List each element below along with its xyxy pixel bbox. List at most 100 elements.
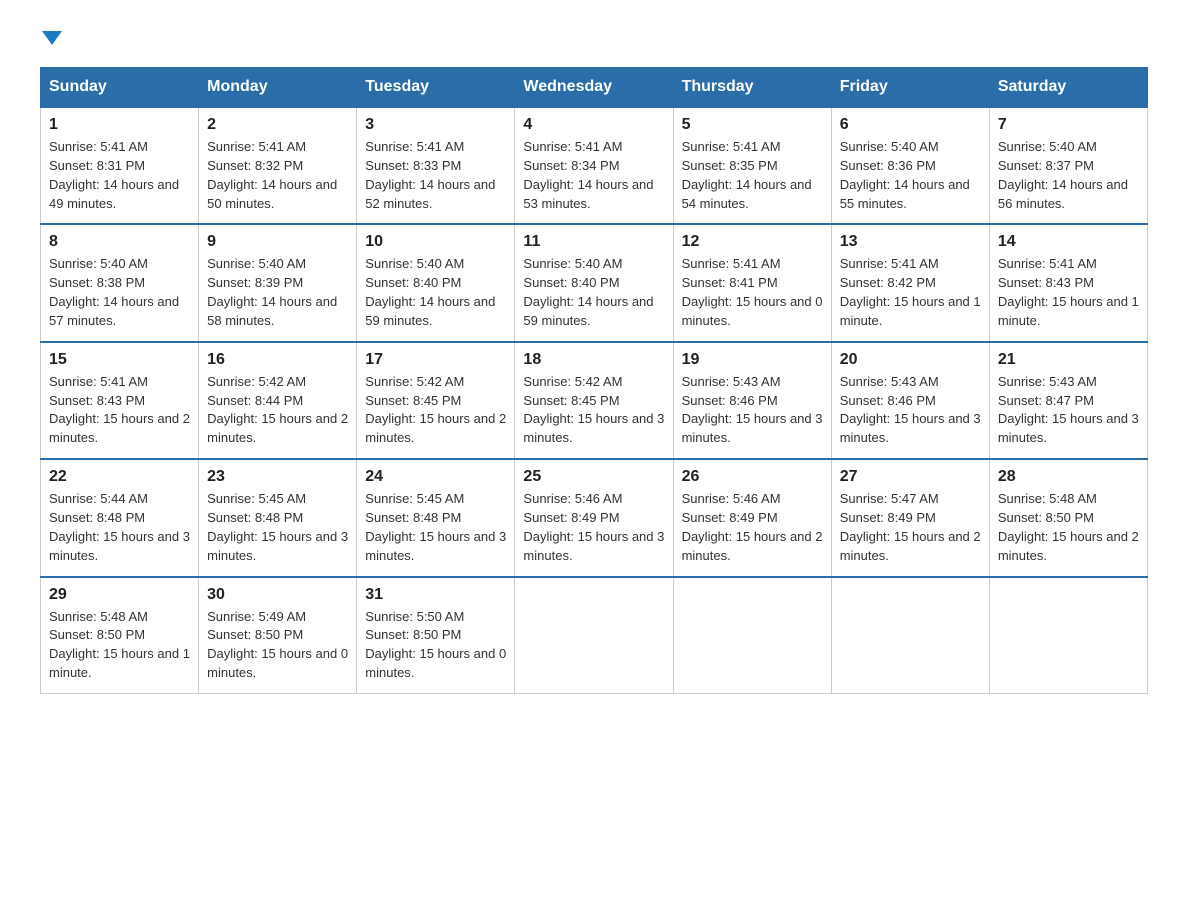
day-number: 20 bbox=[840, 351, 981, 369]
header-sunday: Sunday bbox=[41, 68, 199, 108]
week-row-3: 15 Sunrise: 5:41 AMSunset: 8:43 PMDayligh… bbox=[41, 342, 1148, 459]
day-info: Sunrise: 5:42 AMSunset: 8:45 PMDaylight:… bbox=[523, 373, 664, 448]
day-number: 6 bbox=[840, 116, 981, 134]
day-info: Sunrise: 5:43 AMSunset: 8:47 PMDaylight:… bbox=[998, 373, 1139, 448]
calendar-cell: 31 Sunrise: 5:50 AMSunset: 8:50 PMDayligh… bbox=[357, 577, 515, 694]
day-number: 25 bbox=[523, 468, 664, 486]
calendar-cell: 24 Sunrise: 5:45 AMSunset: 8:48 PMDayligh… bbox=[357, 459, 515, 576]
day-number: 27 bbox=[840, 468, 981, 486]
calendar-cell: 9 Sunrise: 5:40 AMSunset: 8:39 PMDaylight… bbox=[199, 224, 357, 341]
day-info: Sunrise: 5:48 AMSunset: 8:50 PMDaylight:… bbox=[49, 608, 190, 683]
day-number: 9 bbox=[207, 233, 348, 251]
day-number: 15 bbox=[49, 351, 190, 369]
calendar-cell: 1Sunrise: 5:41 AMSunset: 8:31 PMDaylight… bbox=[41, 107, 199, 224]
header-thursday: Thursday bbox=[673, 68, 831, 108]
day-info: Sunrise: 5:46 AMSunset: 8:49 PMDaylight:… bbox=[523, 490, 664, 565]
day-info: Sunrise: 5:40 AMSunset: 8:36 PMDaylight:… bbox=[840, 138, 981, 213]
calendar-cell: 3Sunrise: 5:41 AMSunset: 8:33 PMDaylight… bbox=[357, 107, 515, 224]
calendar-cell: 20Sunrise: 5:43 AMSunset: 8:46 PMDayligh… bbox=[831, 342, 989, 459]
calendar-cell bbox=[515, 577, 673, 694]
calendar-cell: 11Sunrise: 5:40 AMSunset: 8:40 PMDayligh… bbox=[515, 224, 673, 341]
calendar-cell: 6 Sunrise: 5:40 AMSunset: 8:36 PMDaylight… bbox=[831, 107, 989, 224]
calendar-header-row: SundayMondayTuesdayWednesdayThursdayFrid… bbox=[41, 68, 1148, 108]
day-number: 24 bbox=[365, 468, 506, 486]
day-number: 1 bbox=[49, 116, 190, 134]
day-info: Sunrise: 5:49 AMSunset: 8:50 PMDaylight:… bbox=[207, 608, 348, 683]
day-info: Sunrise: 5:44 AMSunset: 8:48 PMDaylight:… bbox=[49, 490, 190, 565]
day-info: Sunrise: 5:48 AMSunset: 8:50 PMDaylight:… bbox=[998, 490, 1139, 565]
day-number: 30 bbox=[207, 586, 348, 604]
week-row-4: 22 Sunrise: 5:44 AMSunset: 8:48 PMDayligh… bbox=[41, 459, 1148, 576]
day-number: 22 bbox=[49, 468, 190, 486]
day-number: 31 bbox=[365, 586, 506, 604]
day-info: Sunrise: 5:43 AMSunset: 8:46 PMDaylight:… bbox=[682, 373, 823, 448]
day-number: 26 bbox=[682, 468, 823, 486]
calendar-cell: 4 Sunrise: 5:41 AMSunset: 8:34 PMDaylight… bbox=[515, 107, 673, 224]
day-info: Sunrise: 5:45 AMSunset: 8:48 PMDaylight:… bbox=[207, 490, 348, 565]
header-friday: Friday bbox=[831, 68, 989, 108]
header-wednesday: Wednesday bbox=[515, 68, 673, 108]
day-number: 2 bbox=[207, 116, 348, 134]
day-number: 19 bbox=[682, 351, 823, 369]
day-info: Sunrise: 5:41 AMSunset: 8:34 PMDaylight:… bbox=[523, 138, 664, 213]
logo-arrow-icon bbox=[42, 31, 62, 45]
day-number: 7 bbox=[998, 116, 1139, 134]
calendar-cell bbox=[831, 577, 989, 694]
day-info: Sunrise: 5:41 AMSunset: 8:42 PMDaylight:… bbox=[840, 255, 981, 330]
day-info: Sunrise: 5:40 AMSunset: 8:40 PMDaylight:… bbox=[365, 255, 506, 330]
calendar-cell: 12Sunrise: 5:41 AMSunset: 8:41 PMDayligh… bbox=[673, 224, 831, 341]
calendar-cell bbox=[989, 577, 1147, 694]
logo bbox=[40, 30, 62, 49]
day-info: Sunrise: 5:41 AMSunset: 8:35 PMDaylight:… bbox=[682, 138, 823, 213]
day-number: 23 bbox=[207, 468, 348, 486]
day-info: Sunrise: 5:46 AMSunset: 8:49 PMDaylight:… bbox=[682, 490, 823, 565]
calendar-cell: 22 Sunrise: 5:44 AMSunset: 8:48 PMDayligh… bbox=[41, 459, 199, 576]
day-number: 21 bbox=[998, 351, 1139, 369]
calendar-cell: 30 Sunrise: 5:49 AMSunset: 8:50 PMDayligh… bbox=[199, 577, 357, 694]
day-info: Sunrise: 5:41 AMSunset: 8:43 PMDaylight:… bbox=[998, 255, 1139, 330]
day-number: 16 bbox=[207, 351, 348, 369]
day-info: Sunrise: 5:42 AMSunset: 8:45 PMDaylight:… bbox=[365, 373, 506, 448]
page-header bbox=[40, 30, 1148, 49]
calendar-cell: 26 Sunrise: 5:46 AMSunset: 8:49 PMDayligh… bbox=[673, 459, 831, 576]
day-number: 14 bbox=[998, 233, 1139, 251]
day-info: Sunrise: 5:40 AMSunset: 8:37 PMDaylight:… bbox=[998, 138, 1139, 213]
calendar-cell: 8Sunrise: 5:40 AMSunset: 8:38 PMDaylight… bbox=[41, 224, 199, 341]
header-saturday: Saturday bbox=[989, 68, 1147, 108]
calendar-cell: 10 Sunrise: 5:40 AMSunset: 8:40 PMDayligh… bbox=[357, 224, 515, 341]
calendar-cell: 16 Sunrise: 5:42 AMSunset: 8:44 PMDayligh… bbox=[199, 342, 357, 459]
day-info: Sunrise: 5:41 AMSunset: 8:32 PMDaylight:… bbox=[207, 138, 348, 213]
calendar-cell: 5 Sunrise: 5:41 AMSunset: 8:35 PMDaylight… bbox=[673, 107, 831, 224]
calendar-table: SundayMondayTuesdayWednesdayThursdayFrid… bbox=[40, 67, 1148, 694]
week-row-5: 29 Sunrise: 5:48 AMSunset: 8:50 PMDayligh… bbox=[41, 577, 1148, 694]
day-number: 11 bbox=[523, 233, 664, 251]
day-number: 3 bbox=[365, 116, 506, 134]
calendar-cell: 13 Sunrise: 5:41 AMSunset: 8:42 PMDayligh… bbox=[831, 224, 989, 341]
header-tuesday: Tuesday bbox=[357, 68, 515, 108]
calendar-cell: 14 Sunrise: 5:41 AMSunset: 8:43 PMDayligh… bbox=[989, 224, 1147, 341]
day-number: 28 bbox=[998, 468, 1139, 486]
calendar-cell: 21 Sunrise: 5:43 AMSunset: 8:47 PMDayligh… bbox=[989, 342, 1147, 459]
week-row-1: 1Sunrise: 5:41 AMSunset: 8:31 PMDaylight… bbox=[41, 107, 1148, 224]
day-info: Sunrise: 5:41 AMSunset: 8:43 PMDaylight:… bbox=[49, 373, 190, 448]
day-number: 5 bbox=[682, 116, 823, 134]
day-number: 4 bbox=[523, 116, 664, 134]
day-info: Sunrise: 5:40 AMSunset: 8:39 PMDaylight:… bbox=[207, 255, 348, 330]
day-info: Sunrise: 5:45 AMSunset: 8:48 PMDaylight:… bbox=[365, 490, 506, 565]
day-number: 29 bbox=[49, 586, 190, 604]
day-info: Sunrise: 5:50 AMSunset: 8:50 PMDaylight:… bbox=[365, 608, 506, 683]
day-number: 10 bbox=[365, 233, 506, 251]
calendar-cell: 15 Sunrise: 5:41 AMSunset: 8:43 PMDayligh… bbox=[41, 342, 199, 459]
day-info: Sunrise: 5:41 AMSunset: 8:41 PMDaylight:… bbox=[682, 255, 823, 330]
calendar-cell: 19 Sunrise: 5:43 AMSunset: 8:46 PMDayligh… bbox=[673, 342, 831, 459]
calendar-cell: 23 Sunrise: 5:45 AMSunset: 8:48 PMDayligh… bbox=[199, 459, 357, 576]
calendar-cell: 17 Sunrise: 5:42 AMSunset: 8:45 PMDayligh… bbox=[357, 342, 515, 459]
day-number: 8 bbox=[49, 233, 190, 251]
day-number: 13 bbox=[840, 233, 981, 251]
calendar-cell: 27Sunrise: 5:47 AMSunset: 8:49 PMDayligh… bbox=[831, 459, 989, 576]
calendar-cell: 28 Sunrise: 5:48 AMSunset: 8:50 PMDayligh… bbox=[989, 459, 1147, 576]
day-number: 17 bbox=[365, 351, 506, 369]
day-number: 18 bbox=[523, 351, 664, 369]
calendar-cell bbox=[673, 577, 831, 694]
day-info: Sunrise: 5:42 AMSunset: 8:44 PMDaylight:… bbox=[207, 373, 348, 448]
